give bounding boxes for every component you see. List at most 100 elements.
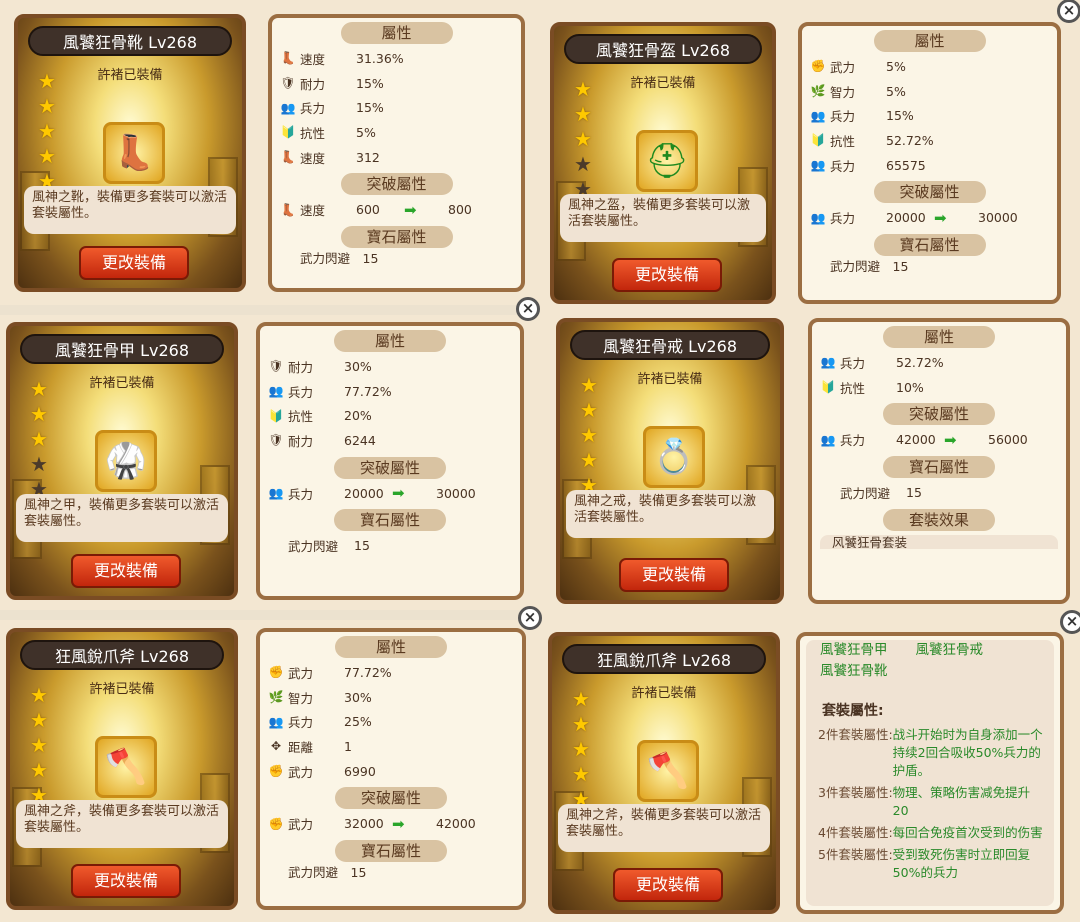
troops-icon: 👥 [268, 384, 284, 399]
armor-chest-icon[interactable]: 🥋 [95, 430, 157, 492]
attribute-name: 兵力 [288, 384, 314, 400]
attribute-value: 15% [356, 75, 384, 91]
item-detail-panel: 風饕狂骨戒 Lv268 許褚已裝備 ★ ★ ★ ★ ★ 💍 風神之戒，裝備更多套裝可以激活套裝屬… [556, 318, 784, 604]
attribute-name: 兵力 [300, 101, 326, 117]
range-icon: ✥ [270, 739, 282, 754]
attribute-name: 武力 [288, 665, 314, 681]
breakthrough-header: 突破屬性 [334, 456, 446, 479]
set-bonus-label: 4件套裝屬性: [818, 825, 893, 840]
item-stats-panel[interactable]: 屬性 👢 速度 31.36% 🛡 耐力 15% 👥 兵力 15% 🔰 抗性 5% 👢 速度 312 突破屬性 👢 速… [268, 14, 525, 292]
set-piece: 風饕狂骨戒 [915, 642, 984, 658]
item-stats-panel[interactable]: 屬性 👥 兵力 52.72% 🔰 抗性 10% 突破屬性 👥 兵力 42000 ➡ 56000 寶石屬性武… [808, 318, 1070, 604]
star-icon: ★ [30, 683, 48, 707]
gem-row-partial: 武力閃避 15 [300, 250, 379, 265]
item-stats-panel[interactable]: 屬性 ✊ 武力 5% 🌿 智力 5% 👥 兵力 15% 🔰 抗性 52.72% 👥 兵力 65575 突破屬性 👥… [798, 22, 1061, 304]
breakthrough-name: 兵力 [830, 211, 856, 227]
attribute-row: 👥 兵力 77.72% [260, 379, 520, 404]
attribute-value: 6244 [344, 432, 376, 448]
breakthrough-row: 👥 兵力 42000 ➡ 56000 [812, 427, 1066, 452]
star-icon: ★ [572, 712, 590, 736]
change-equipment-button[interactable]: 更改裝備 [71, 864, 181, 898]
attribute-name: 抗性 [830, 133, 856, 149]
breakthrough-name: 兵力 [288, 486, 314, 502]
attribute-value: 312 [356, 149, 380, 165]
attribute-value: 5% [886, 83, 906, 99]
change-equipment-button[interactable]: 更改裝備 [79, 246, 189, 280]
attributes-header: 屬性 [334, 330, 446, 352]
star-icon: ★ [580, 398, 598, 422]
attribute-value: 20% [344, 408, 372, 424]
close-icon[interactable]: × [518, 606, 542, 630]
change-equipment-button[interactable]: 更改裝備 [613, 868, 723, 902]
axe-icon[interactable]: 🪓 [637, 740, 699, 802]
attribute-row: 🔰 抗性 10% [812, 375, 1066, 400]
set-bonus-row: 4件套裝屬性: 每回合免疫首次受到的伤害 [806, 824, 1054, 846]
item-description: 風神之靴，裝備更多套裝可以激活套裝屬性。 [24, 186, 236, 234]
item-name: 風饕狂骨盔 Lv268 [564, 34, 762, 64]
breakthrough-to: 56000 [988, 432, 1028, 448]
breakthrough-name: 速度 [300, 203, 326, 219]
attribute-name: 智力 [288, 690, 314, 706]
close-icon[interactable]: × [516, 297, 540, 321]
attribute-row: 🛡 耐力 6244 [260, 428, 520, 453]
item-description: 風神之戒，裝備更多套裝可以激活套裝屬性。 [566, 490, 774, 538]
set-pieces-line: 風饕狂骨甲 風饕狂骨戒 [806, 640, 1054, 661]
breakthrough-to: 42000 [436, 816, 476, 832]
armor-icon: 🛡 [268, 433, 284, 448]
ring-icon[interactable]: 💍 [643, 426, 705, 488]
breakthrough-header: 突破屬性 [883, 403, 995, 426]
boot-speed-icon: 👢 [280, 202, 296, 217]
star-icon: ★ [30, 402, 48, 426]
attribute-name: 兵力 [830, 158, 856, 174]
close-icon[interactable]: × [1057, 0, 1080, 23]
attribute-value: 5% [886, 58, 906, 74]
attribute-value: 30% [344, 689, 372, 705]
intellect-icon: 🌿 [268, 690, 284, 705]
attribute-row: 👥 兵力 65575 [802, 153, 1057, 178]
set-bonus-row: 3件套裝屬性: 物理、策略伤害减免提升20 [806, 784, 1054, 824]
arrow-right-icon: ➡ [392, 484, 405, 503]
attribute-name: 抗性 [300, 125, 326, 141]
attribute-value: 15% [886, 108, 914, 124]
attribute-value: 25% [344, 714, 372, 730]
star-icon: ★ [30, 758, 48, 782]
item-stats-panel[interactable]: 屬性 🛡 耐力 30% 👥 兵力 77.72% 🔰 抗性 20% 🛡 耐力 6244 突破屬性 👥 兵力 200… [256, 322, 524, 600]
set-effects-panel[interactable]: 風饕狂骨甲 風饕狂骨戒 風饕狂骨靴 套裝屬性: 2件套裝屬性: 战斗开始时为自身添加一个持… [796, 632, 1064, 914]
star-rating: ★ ★ ★ ★ ★ [30, 378, 48, 501]
set-piece: 風饕狂骨甲 [820, 642, 888, 658]
change-equipment-button[interactable]: 更改裝備 [619, 558, 729, 592]
attribute-row: 👥 兵力 15% [802, 103, 1057, 128]
attribute-value: 77.72% [344, 383, 392, 399]
arrow-right-icon: ➡ [934, 208, 947, 227]
star-icon: ★ [38, 94, 56, 118]
gem-row: 武力閃避 15 [812, 480, 1066, 505]
attribute-row: 👢 速度 312 [272, 145, 521, 170]
intellect-icon: 🌿 [810, 84, 826, 99]
star-icon: ★ [30, 377, 48, 401]
item-stats-panel[interactable]: 屬性 ✊ 武力 77.72% 🌿 智力 30% 👥 兵力 25% ✥ 距離 1 ✊ 武力 6990 突破屬性 ✊ 武… [256, 628, 526, 910]
breakthrough-header: 突破屬性 [873, 181, 986, 204]
attribute-row: 🔰 抗性 52.72% [802, 128, 1057, 153]
attribute-value: 52.72% [896, 354, 944, 370]
change-equipment-button[interactable]: 更改裝備 [612, 258, 722, 292]
resist-icon: 🔰 [810, 133, 826, 148]
set-bonus-row: 5件套裝屬性: 受到致死伤害时立即回复50%的兵力 [806, 846, 1054, 886]
change-equipment-button[interactable]: 更改裝備 [71, 554, 181, 588]
armor-icon: 🛡 [280, 76, 296, 91]
set-bonus-text: 每回合免疫首次受到的伤害 [892, 825, 1043, 840]
breakthrough-row: ✊ 武力 32000 ➡ 42000 [260, 811, 522, 836]
item-description: 風神之斧，裝備更多套裝可以激活套裝屬性。 [16, 800, 228, 848]
helmet-icon[interactable]: ⛑ [636, 130, 698, 192]
boots-icon[interactable]: 👢 [103, 122, 165, 184]
breakthrough-to: 30000 [978, 210, 1018, 226]
attribute-row: 🛡 耐力 15% [272, 71, 521, 96]
attribute-value: 77.72% [344, 664, 392, 680]
close-icon[interactable]: × [1060, 610, 1080, 634]
attribute-value: 5% [356, 124, 376, 140]
axe-icon[interactable]: 🪓 [95, 736, 157, 798]
attribute-row: 🌿 智力 30% [260, 685, 522, 710]
boot-speed-icon: 👢 [280, 150, 296, 165]
breakthrough-name: 兵力 [840, 433, 866, 449]
gem-row-partial: 武力閃避 15 [288, 864, 367, 879]
attribute-value: 6990 [344, 763, 376, 779]
